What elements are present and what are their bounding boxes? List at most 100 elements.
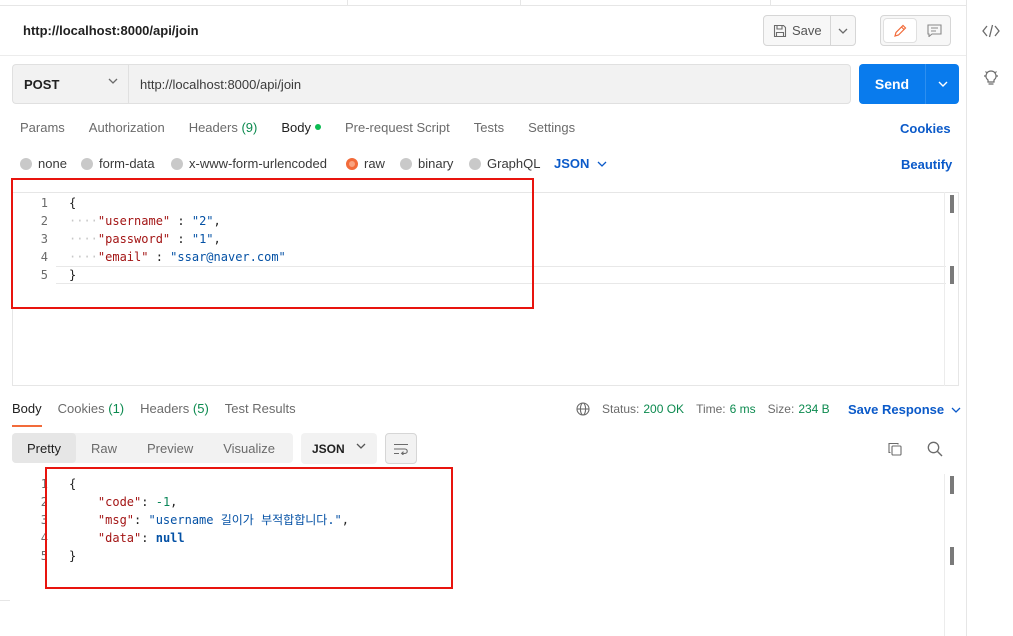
response-tabs: Body Cookies (1) Headers (5) Test Result… xyxy=(12,401,312,427)
chevron-down-icon xyxy=(938,81,947,87)
response-format-label: JSON xyxy=(312,441,345,456)
send-dropdown-button[interactable] xyxy=(926,64,959,104)
globe-icon[interactable] xyxy=(576,402,590,416)
tab-settings[interactable]: Settings xyxy=(528,120,575,138)
tab-params[interactable]: Params xyxy=(20,120,65,138)
scrollbar-thumb[interactable] xyxy=(950,195,954,213)
response-format-select[interactable]: JSON xyxy=(301,433,377,464)
body-type-label: GraphQL xyxy=(487,156,541,171)
view-tab-preview[interactable]: Preview xyxy=(132,433,208,463)
body-type-none[interactable]: none xyxy=(20,156,67,171)
tab-label: Headers xyxy=(140,401,190,416)
status-value[interactable]: 200 OK xyxy=(643,402,684,416)
pencil-icon xyxy=(893,24,907,37)
body-type-label: none xyxy=(38,156,67,171)
body-type-urlencoded[interactable]: x-www-form-urlencoded xyxy=(171,156,327,171)
tab-count: (5) xyxy=(192,401,209,416)
scrollbar-marker xyxy=(950,266,954,284)
body-type-label: raw xyxy=(364,156,385,171)
save-label: Save xyxy=(792,23,822,38)
tab-strip-segment[interactable] xyxy=(0,0,348,6)
comments-button[interactable] xyxy=(919,16,951,45)
wrap-lines-button[interactable] xyxy=(385,433,417,464)
method-select[interactable]: POST xyxy=(12,64,128,104)
send-button-group: Send xyxy=(859,64,959,104)
panel-divider xyxy=(0,600,10,601)
status-label: Status: xyxy=(602,402,640,416)
tab-authorization[interactable]: Authorization xyxy=(89,120,165,138)
view-tab-pretty[interactable]: Pretty xyxy=(12,433,76,463)
tab-label: Settings xyxy=(528,120,576,135)
radio-icon xyxy=(20,157,32,170)
tab-response-body[interactable]: Body xyxy=(12,401,42,427)
tab-label: Tests xyxy=(473,120,505,135)
beautify-link[interactable]: Beautify xyxy=(901,157,952,172)
wrap-lines-icon xyxy=(394,443,408,455)
tab-count: (1) xyxy=(108,401,125,416)
save-response-button[interactable]: Save Response xyxy=(848,402,961,417)
body-type-graphql[interactable]: GraphQL xyxy=(469,156,540,171)
response-viewer-scrollbar[interactable] xyxy=(944,474,959,636)
radio-icon xyxy=(400,157,412,170)
save-button[interactable]: Save xyxy=(764,16,831,45)
lightbulb-icon[interactable] xyxy=(981,68,1001,88)
body-format-select[interactable]: JSON xyxy=(554,156,607,171)
comment-icon xyxy=(927,24,942,37)
tab-test-results[interactable]: Test Results xyxy=(225,401,296,427)
chevron-down-icon xyxy=(838,28,848,34)
tab-pre-request-script[interactable]: Pre-request Script xyxy=(345,120,450,138)
tab-body[interactable]: Body xyxy=(281,120,321,138)
chevron-down-icon xyxy=(597,161,607,167)
save-dropdown-button[interactable] xyxy=(831,28,855,34)
search-icon xyxy=(927,441,943,457)
tab-strip xyxy=(0,0,966,6)
scrollbar-thumb[interactable] xyxy=(950,476,954,494)
tab-response-headers[interactable]: Headers (5) xyxy=(140,401,209,427)
tab-response-cookies[interactable]: Cookies (1) xyxy=(58,401,124,427)
body-type-form-data[interactable]: form-data xyxy=(81,156,155,171)
edit-mode-button[interactable] xyxy=(883,18,917,43)
tab-label: Body xyxy=(281,120,311,135)
body-type-label: form-data xyxy=(99,156,155,171)
method-label: POST xyxy=(24,76,60,92)
body-type-label: binary xyxy=(418,156,454,171)
tab-strip-divider xyxy=(520,0,521,6)
request-editor-scrollbar[interactable] xyxy=(944,192,959,386)
copy-button[interactable] xyxy=(885,439,905,459)
tab-label: Pre-request Script xyxy=(344,120,450,135)
tab-label: Params xyxy=(20,120,65,135)
scrollbar-marker xyxy=(950,547,954,565)
request-title: http://localhost:8000/api/join xyxy=(23,23,199,38)
body-type-label: x-www-form-urlencoded xyxy=(189,156,327,171)
body-type-raw[interactable]: raw xyxy=(346,156,385,171)
send-button[interactable]: Send xyxy=(859,64,926,104)
radio-icon xyxy=(171,157,183,170)
highlight-box xyxy=(11,178,534,309)
tab-tests[interactable]: Tests xyxy=(474,120,504,138)
cookies-link[interactable]: Cookies xyxy=(900,121,951,136)
copy-icon xyxy=(888,442,902,456)
url-input[interactable]: http://localhost:8000/api/join xyxy=(128,64,851,104)
tab-headers[interactable]: Headers (9) xyxy=(189,120,258,138)
response-view-tabs: Pretty Raw Preview Visualize xyxy=(12,433,293,463)
view-tab-visualize[interactable]: Visualize xyxy=(208,433,290,463)
chevron-down-icon xyxy=(108,78,118,84)
modified-indicator xyxy=(314,124,321,130)
save-button-group: Save xyxy=(763,15,856,46)
chevron-down-icon xyxy=(951,407,961,413)
radio-icon xyxy=(81,157,93,170)
code-icon[interactable] xyxy=(981,21,1001,41)
view-tab-raw[interactable]: Raw xyxy=(76,433,132,463)
tab-strip-divider xyxy=(770,0,771,6)
search-button[interactable] xyxy=(925,439,945,459)
body-format-label: JSON xyxy=(554,156,590,171)
tab-label: Authorization xyxy=(88,120,165,135)
size-label: Size: xyxy=(767,402,795,416)
time-value[interactable]: 6 ms xyxy=(730,402,756,416)
tab-count: (9) xyxy=(241,120,258,135)
size-value[interactable]: 234 B xyxy=(798,402,829,416)
save-response-label: Save Response xyxy=(848,402,945,417)
view-mode-toggle xyxy=(880,15,951,46)
tab-label: Headers xyxy=(188,120,238,135)
body-type-binary[interactable]: binary xyxy=(400,156,453,171)
